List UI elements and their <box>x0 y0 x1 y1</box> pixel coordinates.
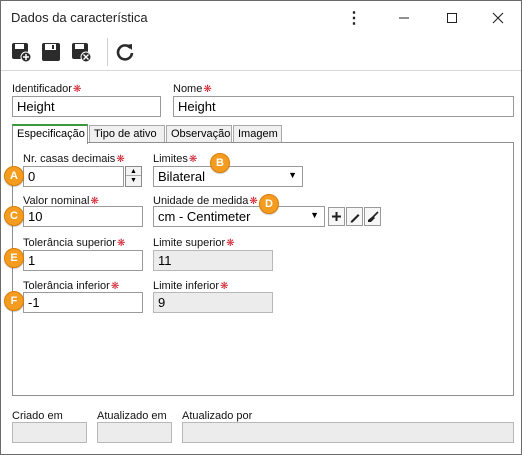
save-close-icon <box>72 43 91 62</box>
callout-badge-e: E <box>4 248 24 268</box>
casas-decimais-stepper[interactable]: ▲ ▼ <box>125 166 142 187</box>
callout-badge-f: F <box>4 291 24 311</box>
maximize-icon <box>447 12 457 23</box>
unidade-medida-select[interactable]: cm - Centimeter ▼ <box>153 206 325 227</box>
tab-imagem[interactable]: Imagem <box>233 125 282 143</box>
toolbar-separator <box>107 38 108 66</box>
required-icon: ❋ <box>188 154 198 165</box>
dropdown-arrow-icon: ▼ <box>310 210 319 220</box>
limite-superior-label: Limite superior❋ <box>153 237 235 249</box>
window-title: Dados da característica <box>11 10 148 25</box>
stepper-down-icon[interactable]: ▼ <box>126 176 141 185</box>
refresh-icon <box>116 44 134 61</box>
limites-selected-value: Bilateral <box>158 169 205 184</box>
valor-nominal-input[interactable]: 10 <box>23 206 143 227</box>
required-icon: ❋ <box>72 84 82 95</box>
atualizado-em-label: Atualizado em <box>97 410 167 422</box>
dropdown-arrow-icon: ▼ <box>288 170 297 180</box>
limites-label: Limites❋ <box>153 153 198 165</box>
save-new-icon <box>12 43 31 62</box>
tolerancia-superior-input[interactable]: 1 <box>23 250 143 271</box>
save-close-button[interactable] <box>67 38 95 66</box>
required-icon: ❋ <box>116 154 125 165</box>
tab-especificacao[interactable]: Especificação <box>12 124 88 144</box>
minimize-button[interactable] <box>381 1 427 34</box>
tolerancia-inferior-label: Tolerância inferior❋ <box>23 280 120 292</box>
callout-badge-b: B <box>210 153 230 173</box>
required-icon: ❋ <box>220 281 229 292</box>
atualizado-em-field <box>97 422 172 443</box>
nome-label: Nome❋ <box>173 83 212 95</box>
dialog-window: Dados da característica ⋮ Identificador❋… <box>0 0 522 455</box>
identificador-input[interactable]: Height <box>12 96 161 117</box>
callout-badge-d: D <box>259 194 279 214</box>
limite-inferior-field: 9 <box>153 292 273 313</box>
unidade-medida-selected-value: cm - Centimeter <box>158 209 251 224</box>
refresh-button[interactable] <box>111 38 139 66</box>
tab-observacao[interactable]: Observação <box>166 125 232 143</box>
required-icon: ❋ <box>116 238 126 249</box>
save-new-button[interactable] <box>7 38 35 66</box>
required-icon: ❋ <box>203 84 212 95</box>
casas-decimais-label: Nr. casas decimais❋ <box>23 153 125 165</box>
close-button[interactable] <box>475 1 521 34</box>
broom-icon <box>367 210 379 222</box>
limites-select[interactable]: Bilateral ▼ <box>153 166 303 187</box>
clear-unit-button[interactable] <box>364 207 381 226</box>
callout-badge-c: C <box>4 206 24 226</box>
pencil-icon <box>350 213 359 222</box>
required-icon: ❋ <box>110 281 120 292</box>
save-button[interactable] <box>37 38 65 66</box>
atualizado-por-field <box>182 422 514 443</box>
maximize-button[interactable] <box>429 1 475 34</box>
criado-em-label: Criado em <box>12 410 63 422</box>
save-icon <box>42 43 60 61</box>
casas-decimais-input[interactable]: 0 <box>23 166 124 187</box>
plus-icon <box>332 212 341 221</box>
limite-superior-field: 11 <box>153 250 273 271</box>
title-bar: Dados da característica ⋮ <box>1 1 521 34</box>
toolbar-divider <box>1 70 521 71</box>
edit-unit-button[interactable] <box>346 207 363 226</box>
tolerancia-superior-label: Tolerância superior❋ <box>23 237 126 249</box>
toolbar <box>1 34 521 70</box>
atualizado-por-label: Atualizado por <box>182 410 253 422</box>
tolerancia-inferior-input[interactable]: -1 <box>23 292 143 313</box>
minimize-icon <box>399 17 409 18</box>
stepper-up-icon[interactable]: ▲ <box>126 167 141 176</box>
nome-input[interactable]: Height <box>173 96 514 117</box>
callout-badge-a: A <box>4 166 24 186</box>
limite-inferior-label: Limite inferior❋ <box>153 280 229 292</box>
add-unit-button[interactable] <box>328 207 345 226</box>
identificador-label: Identificador❋ <box>12 83 82 95</box>
tab-tipo-de-ativo[interactable]: Tipo de ativo <box>89 125 165 143</box>
close-icon <box>492 12 504 23</box>
required-icon: ❋ <box>226 238 235 249</box>
more-options-icon[interactable]: ⋮ <box>331 1 377 34</box>
criado-em-field <box>12 422 87 443</box>
